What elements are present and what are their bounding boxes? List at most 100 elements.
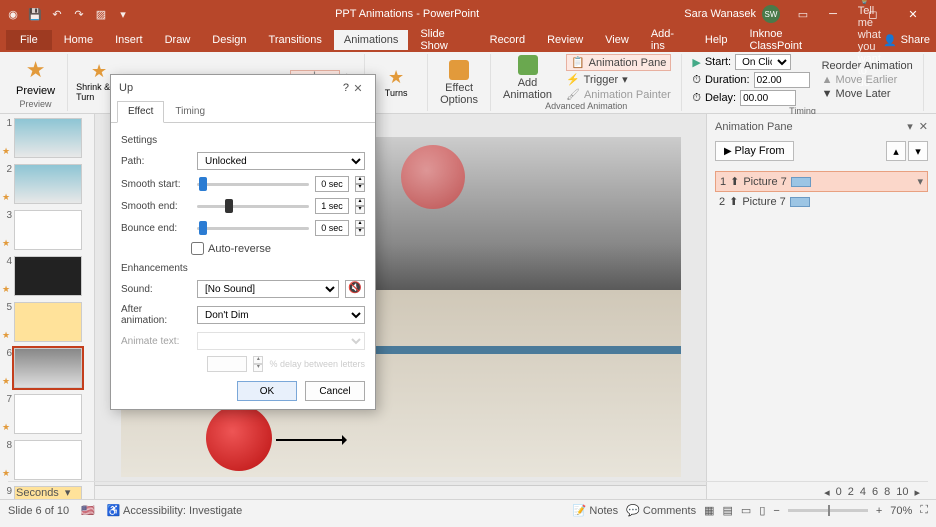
view-sorter-icon[interactable]: ▤ [723,504,733,517]
spinner[interactable]: ▴▾ [355,220,365,236]
comments-button[interactable]: 💬 Comments [626,504,696,517]
move-down-button[interactable]: ▾ [908,141,928,161]
redo-icon[interactable]: ↷ [72,7,86,21]
dialog-close-button[interactable]: ✕ [349,82,367,95]
tab-addins[interactable]: Add-ins [641,24,693,56]
effect-options-dialog: Up ? ✕ Effect Timing Settings Path: Unlo… [110,74,376,410]
tab-transitions[interactable]: Transitions [259,30,332,50]
smooth-end-slider[interactable] [197,198,309,214]
ball-shape-bottom[interactable] [206,405,272,471]
dialog-tab-timing[interactable]: Timing [164,101,216,122]
thumb-2[interactable] [14,164,82,204]
language-indicator[interactable]: 🇺🇸 [81,504,95,517]
thumb-8[interactable] [14,440,82,480]
duration-input[interactable] [754,72,810,88]
tab-help[interactable]: Help [695,30,738,50]
motion-path-arrow[interactable] [276,439,346,441]
tick-nav[interactable]: ◂ [824,486,830,499]
bounce-end-slider[interactable] [197,220,309,236]
bounce-end-value[interactable]: 0 sec [315,220,349,236]
tab-insert[interactable]: Insert [105,30,153,50]
fit-to-window-button[interactable]: ⛶ [920,504,928,517]
thumb-1[interactable] [14,118,82,158]
add-animation-icon [518,55,538,75]
ok-button[interactable]: OK [237,381,297,401]
tab-design[interactable]: Design [202,30,256,50]
notes-button[interactable]: 📝 Notes [573,504,619,517]
tab-file[interactable]: File [6,30,52,50]
path-select[interactable]: Unlocked [197,152,365,170]
close-button[interactable]: ✕ [896,3,930,25]
sound-preview-button[interactable]: 🔇 [345,280,365,298]
save-icon[interactable]: 💾 [28,7,42,21]
anim-item-1[interactable]: 1 ⬆ Picture 7 ▾ [715,171,928,192]
sound-select[interactable]: [No Sound] [197,280,339,298]
tab-record[interactable]: Record [480,30,535,50]
undo-icon[interactable]: ↶ [50,7,64,21]
thumb-7[interactable] [14,394,82,434]
tab-review[interactable]: Review [537,30,593,50]
tab-draw[interactable]: Draw [155,30,201,50]
autosave-icon[interactable]: ◉ [6,7,20,21]
smooth-start-value[interactable]: 0 sec [315,176,349,192]
slideshow-icon[interactable]: ▨ [94,7,108,21]
timing-bar [791,177,811,187]
preview-star-icon: ★ [26,57,46,83]
play-from-button[interactable]: ▶ Play From [715,141,794,161]
anim-turns[interactable]: ★Turns [371,65,421,100]
tab-view[interactable]: View [595,30,639,50]
thumb-3[interactable] [14,210,82,250]
more-icon[interactable]: ▾ [116,7,130,21]
slide-thumbnails[interactable]: 1★ 2★ 3★ 4★ 5★ 6★ 7★ 8★ 9 [0,114,95,499]
ball-shape-top[interactable] [401,145,465,209]
effect-options-button[interactable]: Effect Options [434,60,484,106]
delay-input[interactable] [740,90,796,106]
motion-icon: ⬆ [730,175,739,188]
add-animation-button[interactable]: Add Animation [497,55,558,101]
move-earlier-button[interactable]: ▲ Move Earlier [822,74,913,86]
cancel-button[interactable]: Cancel [305,381,365,401]
item-dropdown-icon[interactable]: ▾ [917,175,923,188]
pane-dropdown-icon[interactable]: ▾ [907,120,913,133]
view-normal-icon[interactable]: ▦ [704,504,714,517]
animate-text-select [197,332,365,350]
share-button[interactable]: 👤 Share [883,34,930,47]
chevron-down-icon[interactable]: ▾ [65,486,71,499]
start-select[interactable]: On Click [735,54,791,70]
tab-slideshow[interactable]: Slide Show [410,24,477,56]
pane-close-icon[interactable]: ✕ [919,120,928,133]
spinner[interactable]: ▴▾ [355,198,365,214]
zoom-in-button[interactable]: + [876,505,882,517]
user-account[interactable]: Sara Wanasek SW [684,5,780,23]
smooth-end-value[interactable]: 1 sec [315,198,349,214]
animation-pane: Animation Pane ▾✕ ▶ Play From ▴ ▾ 1 ⬆ Pi… [706,114,936,499]
ribbon-options-icon[interactable]: ▭ [796,7,810,21]
view-reading-icon[interactable]: ▭ [741,504,751,517]
tick-nav[interactable]: ▸ [914,486,920,499]
trigger-button[interactable]: ⚡ Trigger ▾ [566,73,671,86]
preview-button[interactable]: ★ Preview [10,55,61,99]
move-up-button[interactable]: ▴ [886,141,906,161]
anim-item-2[interactable]: 2 ⬆ Picture 7 [715,192,928,211]
accessibility-button[interactable]: ♿ Accessibility: Investigate [107,504,242,517]
move-later-button[interactable]: ▼ Move Later [822,88,913,100]
zoom-slider[interactable] [788,509,868,512]
thumb-6[interactable] [14,348,82,388]
minimize-button[interactable]: ─ [816,3,850,25]
thumb-5[interactable] [14,302,82,342]
tab-inknoe[interactable]: Inknoe ClassPoint [740,24,836,56]
zoom-value[interactable]: 70% [890,505,912,517]
zoom-out-button[interactable]: − [773,505,779,517]
spinner[interactable]: ▴▾ [355,176,365,192]
document-title: PPT Animations - PowerPoint [130,8,684,20]
tab-animations[interactable]: Animations [334,30,408,50]
thumb-4[interactable] [14,256,82,296]
tab-home[interactable]: Home [54,30,103,50]
smooth-start-slider[interactable] [197,176,309,192]
animation-pane-button[interactable]: 📋 Animation Pane [566,54,671,71]
animation-painter-button[interactable]: 🖌 Animation Painter [566,88,671,101]
auto-reverse-checkbox[interactable] [191,242,204,255]
dialog-tab-effect[interactable]: Effect [117,101,164,123]
view-slideshow-icon[interactable]: ▯ [759,504,765,517]
after-animation-select[interactable]: Don't Dim [197,306,365,324]
